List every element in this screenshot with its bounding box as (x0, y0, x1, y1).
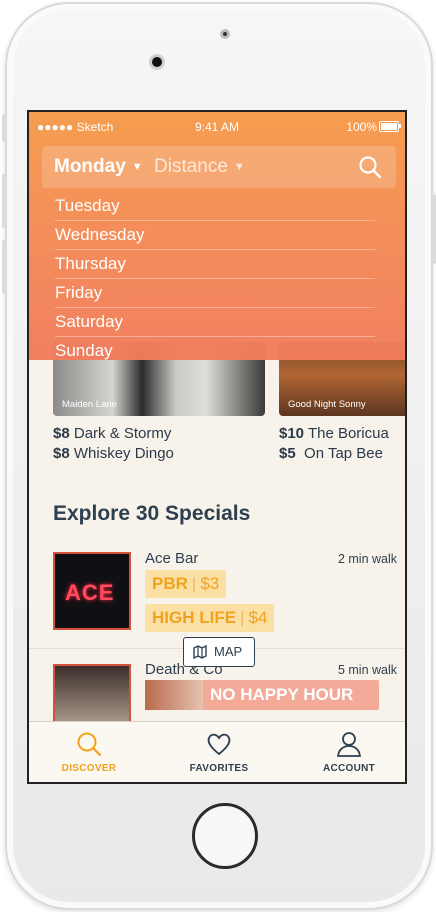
map-button[interactable]: MAP (183, 637, 255, 667)
home-button[interactable] (192, 803, 258, 869)
tab-label: FAVORITES (189, 763, 249, 774)
battery-percent: 100% (346, 120, 377, 134)
special-line: $8 Dark & Stormy (53, 425, 172, 442)
silent-switch (2, 114, 6, 142)
card-label: Good Night Sonny (288, 399, 366, 410)
earpiece (220, 29, 230, 39)
tab-account[interactable]: ACCOUNT (289, 730, 405, 774)
card-label: Maiden Lane (62, 399, 117, 410)
filter-bar: Monday ▼ Distance ▼ (42, 146, 396, 188)
tab-discover[interactable]: DISCOVER (29, 730, 149, 774)
day-option-wednesday[interactable]: Wednesday (55, 221, 375, 250)
app-screen: ●●●●● Sketch 9:41 AM 100% Monday ▼ Distan… (27, 110, 407, 784)
battery-icon (379, 121, 401, 132)
day-options-list: Tuesday Wednesday Thursday Friday Saturd… (55, 192, 375, 365)
bar-name: Ace Bar (145, 550, 199, 567)
map-icon (193, 645, 207, 659)
volume-up-button (2, 174, 6, 228)
special-line: $5 On Tap Bee (279, 445, 383, 462)
walk-time: 5 min walk (337, 663, 397, 677)
search-icon[interactable] (358, 155, 382, 179)
user-icon (336, 732, 362, 757)
no-happy-hour-badge: NO HAPPY HOUR (145, 680, 379, 710)
section-title: Explore 30 Specials (53, 502, 251, 525)
card-specials: $10 The Boricua $5 On Tap Bee (279, 424, 405, 464)
power-button (432, 194, 436, 264)
day-option-saturday[interactable]: Saturday (55, 308, 375, 337)
deal-tag: HIGH LIFE | $4 (145, 604, 275, 632)
badge-image (145, 680, 203, 710)
chevron-down-icon: ▼ (131, 161, 143, 173)
sort-select-label: Distance (154, 156, 228, 177)
front-camera (149, 54, 165, 70)
tab-label: DISCOVER (61, 763, 117, 774)
walk-time: 2 min walk (337, 552, 397, 566)
deal-tag: PBR | $3 (145, 570, 227, 598)
bar-thumbnail: ACE (53, 552, 131, 630)
special-line: $10 The Boricua (279, 425, 389, 442)
neon-sign: ACE (65, 580, 115, 605)
day-option-thursday[interactable]: Thursday (55, 250, 375, 279)
tab-bar: DISCOVER FAVORITES ACCOUNT (29, 721, 405, 782)
day-option-sunday[interactable]: Sunday (55, 337, 375, 365)
day-option-tuesday[interactable]: Tuesday (55, 192, 375, 221)
sort-select[interactable]: Distance ▼ (154, 156, 245, 178)
heart-icon (207, 733, 231, 756)
map-button-label: MAP (214, 644, 243, 659)
status-bar: ●●●●● Sketch 9:41 AM 100% (29, 112, 405, 142)
search-icon (77, 732, 102, 757)
special-line: $8 Whiskey Dingo (53, 445, 174, 462)
day-select[interactable]: Monday ▼ (54, 156, 143, 178)
tab-favorites[interactable]: FAVORITES (159, 730, 279, 774)
volume-down-button (2, 240, 6, 294)
day-option-friday[interactable]: Friday (55, 279, 375, 308)
chevron-down-icon: ▼ (233, 161, 245, 173)
card-specials: $8 Dark & Stormy $8 Whiskey Dingo (53, 424, 174, 464)
day-select-label: Monday (54, 156, 126, 177)
tab-label: ACCOUNT (322, 763, 376, 774)
